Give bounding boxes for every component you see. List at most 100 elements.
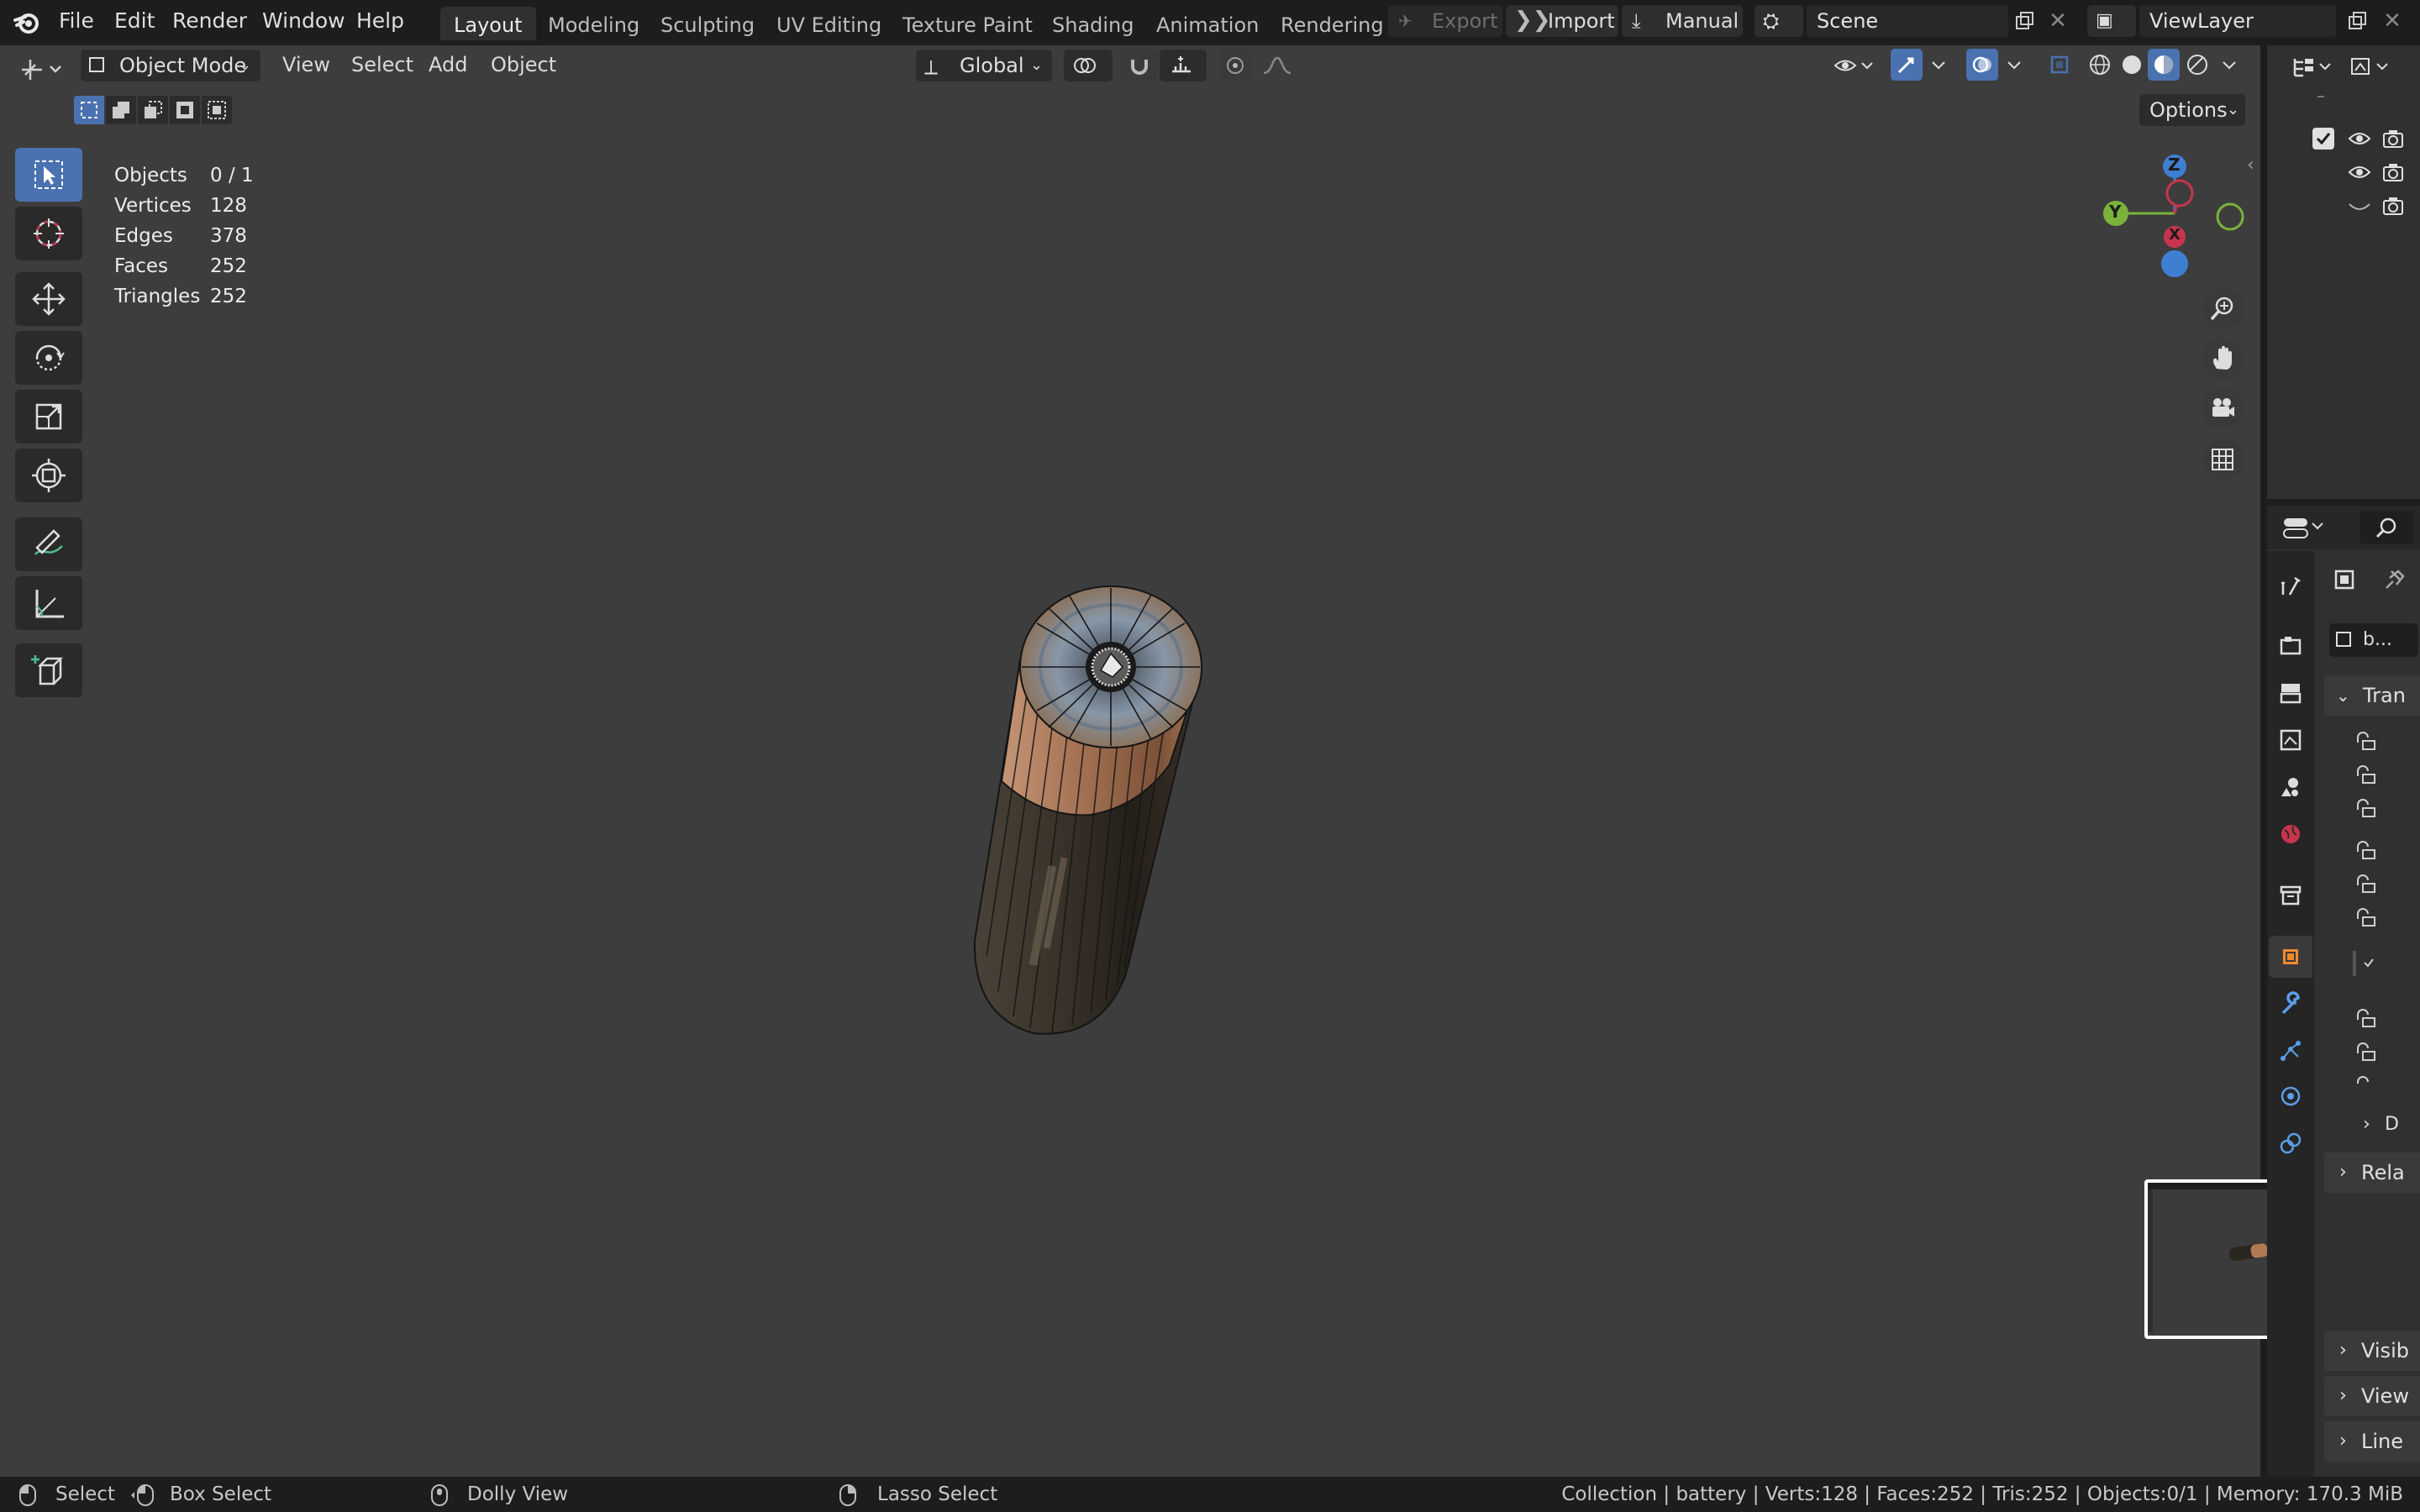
scene-browse-button[interactable]: ⛭ — [1754, 5, 1803, 37]
tab-layout[interactable]: Layout — [440, 7, 536, 40]
viewport-display-panel-header[interactable]: › View — [2324, 1376, 2420, 1416]
properties-editor-type-icon[interactable] — [2277, 511, 2331, 544]
object-tab-icon[interactable] — [2269, 936, 2312, 978]
close-icon[interactable]: ✕ — [2044, 7, 2072, 35]
world-tab-icon[interactable] — [2269, 813, 2312, 855]
select-subtract-icon[interactable] — [138, 96, 168, 124]
pin-icon[interactable] — [2378, 563, 2412, 596]
overlays-dropdown-icon[interactable] — [2000, 50, 2028, 81]
camera-view-button[interactable] — [2202, 388, 2244, 430]
falloff-curve-icon[interactable] — [1255, 50, 1302, 81]
editor-type-icon[interactable] — [17, 54, 66, 84]
viewport-menu-add[interactable]: Add — [429, 54, 467, 76]
render-tab-icon[interactable] — [2269, 625, 2312, 667]
manual-button[interactable]: ⤓ Manual — [1622, 5, 1743, 37]
properties-search-icon[interactable] — [2360, 511, 2413, 544]
tab-texture-paint[interactable]: Texture Paint — [889, 7, 1046, 40]
options-dropdown[interactable]: Options ⌄ — [2139, 94, 2245, 126]
gizmo-dropdown-icon[interactable] — [1924, 50, 1953, 81]
render-camera-icon[interactable] — [2380, 126, 2407, 151]
viewlayer-browse-button[interactable]: ▣ — [2087, 5, 2136, 37]
delta-transform-subpanel[interactable]: › D — [2363, 1114, 2420, 1137]
outliner-filter-icon[interactable] — [2344, 50, 2395, 84]
object-visibility-icon[interactable] — [1828, 50, 1881, 81]
tab-modeling[interactable]: Modeling — [534, 7, 653, 40]
eye-closed-icon[interactable] — [2346, 193, 2373, 218]
render-camera-icon[interactable] — [2380, 193, 2407, 218]
select-invert-icon[interactable] — [170, 96, 200, 124]
transform-fields[interactable] — [2353, 731, 2420, 1084]
import-button[interactable]: ❯❯ Import — [1506, 5, 1618, 37]
export-button[interactable]: ✈ Export — [1388, 5, 1502, 37]
eye-icon[interactable] — [2346, 160, 2373, 185]
render-camera-icon[interactable] — [2380, 160, 2407, 185]
select-new-icon[interactable] — [74, 96, 104, 124]
add-cube-tool[interactable] — [15, 643, 82, 697]
cursor-tool[interactable] — [15, 207, 82, 260]
navigation-gizmo[interactable]: Z Y X — [2096, 148, 2255, 282]
menu-render[interactable]: Render — [172, 7, 247, 35]
annotate-tool[interactable] — [15, 517, 82, 571]
collection-checkbox[interactable] — [2312, 128, 2334, 150]
xray-toggle-icon[interactable] — [2044, 49, 2075, 81]
relations-panel-header[interactable]: › Rela — [2324, 1152, 2420, 1193]
object-name-field[interactable]: b... — [2329, 623, 2418, 657]
scene-name-field[interactable]: Scene — [1807, 5, 2008, 37]
viewport-menu-select[interactable]: Select — [351, 54, 413, 76]
menu-edit[interactable]: Edit — [114, 7, 155, 35]
mode-dropdown[interactable]: Object Mode ⌄ — [81, 50, 260, 81]
scale-tool[interactable] — [15, 390, 82, 444]
select-box-tool[interactable] — [15, 148, 82, 202]
move-tool[interactable] — [15, 272, 82, 326]
copy-scene-icon[interactable] — [2010, 7, 2039, 35]
tab-sculpting[interactable]: Sculpting — [647, 7, 768, 40]
viewlayer-name-field[interactable]: ViewLayer — [2139, 5, 2336, 37]
rotate-tool[interactable] — [15, 331, 82, 385]
modifier-wrench-tab-icon[interactable] — [2269, 983, 2312, 1025]
view-layer-tab-icon[interactable] — [2269, 719, 2312, 761]
material-preview-shading-icon[interactable] — [2148, 49, 2180, 81]
snap-magnet-icon[interactable] — [1121, 50, 1158, 81]
snap-increment-icon[interactable] — [1160, 50, 1207, 81]
viewport-menu-view[interactable]: View — [282, 54, 330, 76]
rendered-shading-icon[interactable] — [2181, 49, 2213, 81]
line-art-panel-header[interactable]: › Line — [2324, 1421, 2420, 1462]
blender-logo-icon[interactable] — [13, 8, 42, 35]
outliner-display-mode-icon[interactable] — [2287, 50, 2338, 84]
transform-panel-header[interactable]: ⌄ Tran — [2324, 675, 2420, 716]
gizmo-toggle-icon[interactable] — [1891, 49, 1923, 81]
select-intersect-icon[interactable] — [202, 96, 232, 124]
visibility-panel-header[interactable]: › Visib — [2324, 1331, 2420, 1371]
sidebar-toggle-icon[interactable]: ‹ — [2247, 155, 2254, 176]
orthographic-toggle-button[interactable] — [2202, 438, 2244, 480]
menu-file[interactable]: File — [59, 7, 94, 35]
viewport-menu-object[interactable]: Object — [491, 54, 556, 76]
output-tab-icon[interactable] — [2269, 672, 2312, 714]
solid-shading-icon[interactable] — [2116, 49, 2148, 81]
tab-animation[interactable]: Animation — [1143, 7, 1272, 40]
measure-tool[interactable] — [15, 576, 82, 630]
menu-help[interactable]: Help — [356, 7, 404, 35]
tab-uv-editing[interactable]: UV Editing — [763, 7, 895, 40]
eye-icon[interactable] — [2346, 126, 2373, 151]
constraints-tab-icon[interactable] — [2269, 1122, 2312, 1164]
tab-rendering[interactable]: Rendering — [1267, 7, 1397, 40]
copy-viewlayer-icon[interactable] — [2343, 7, 2371, 35]
menu-window[interactable]: Window — [262, 7, 345, 35]
pivot-point-icon[interactable] — [1064, 50, 1113, 81]
proportional-editing-icon[interactable] — [1220, 50, 1250, 81]
object-properties-context-icon[interactable] — [2328, 563, 2361, 596]
shading-dropdown-icon[interactable] — [2215, 50, 2244, 81]
wireframe-shading-icon[interactable] — [2084, 49, 2116, 81]
physics-tab-icon[interactable] — [2269, 1075, 2312, 1117]
zoom-button[interactable] — [2202, 287, 2244, 329]
particles-tab-icon[interactable] — [2269, 1030, 2312, 1072]
collection-tab-icon[interactable] — [2269, 874, 2312, 916]
overlays-toggle-icon[interactable] — [1966, 49, 1998, 81]
tool-settings-tab-icon[interactable] — [2269, 564, 2312, 606]
close-viewlayer-icon[interactable]: ✕ — [2378, 7, 2407, 35]
transform-orientation-dropdown[interactable]: ⟂ Global ⌄ — [916, 50, 1052, 81]
pan-button[interactable] — [2202, 338, 2244, 380]
battery-object[interactable] — [950, 580, 1218, 1050]
tab-shading[interactable]: Shading — [1039, 7, 1148, 40]
